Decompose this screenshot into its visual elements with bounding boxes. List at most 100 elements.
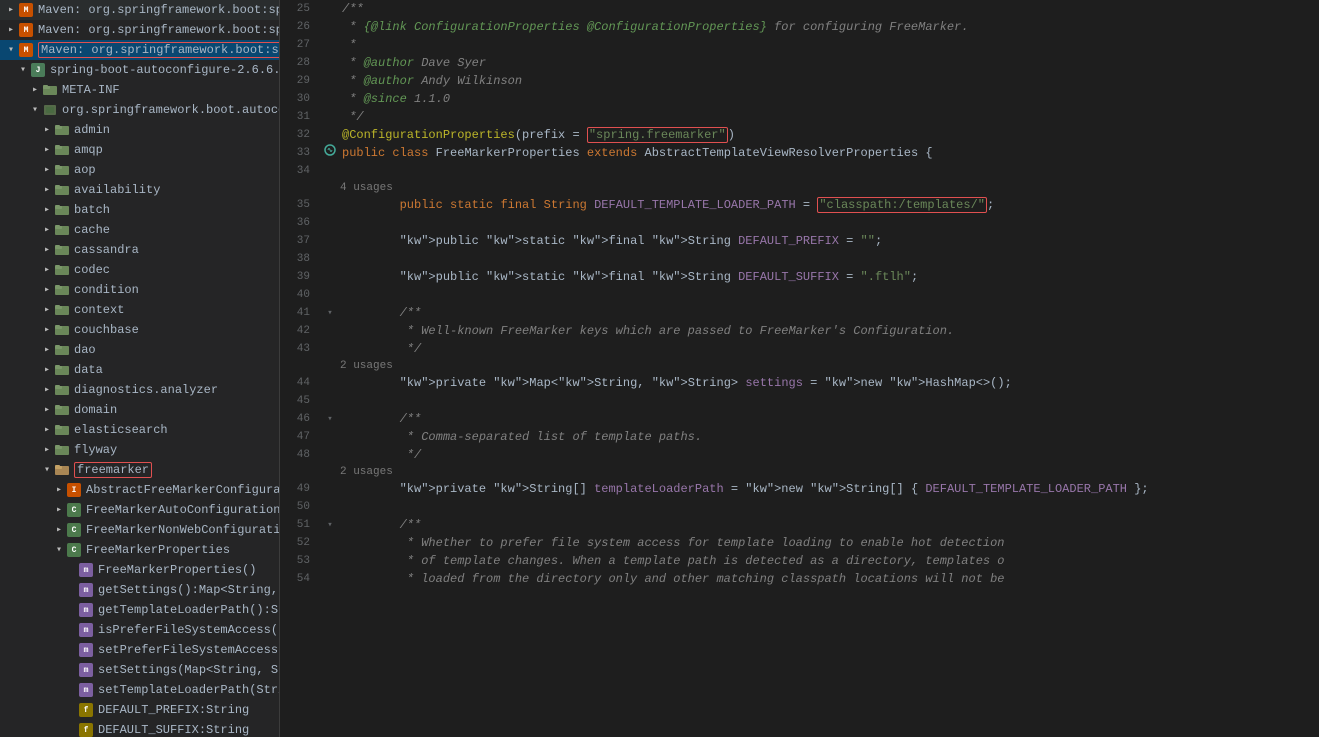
code-text: * @author Andy Wilkinson: [338, 72, 1319, 90]
tree-item-maven3[interactable]: MMaven: org.springframework.boot:spring-…: [0, 40, 279, 60]
code-line: 27 *: [280, 36, 1319, 54]
code-line: 33 public class FreeMarkerProperties exte…: [280, 144, 1319, 162]
code-text: public class FreeMarkerProperties extend…: [338, 144, 1319, 162]
code-content: 25/**26 * {@link ConfigurationProperties…: [280, 0, 1319, 737]
tree-icon-folder: [54, 222, 70, 238]
tree-icon-method: m: [78, 582, 94, 598]
tree-label: availability: [74, 183, 160, 197]
tree-item-fm-nonweb[interactable]: CFreeMarkerNonWebConfiguration: [0, 520, 279, 540]
file-tree[interactable]: MMaven: org.springframework.boot:spring-…: [0, 0, 280, 737]
tree-item-fm-suffix[interactable]: fDEFAULT_SUFFIX:String: [0, 720, 279, 737]
tree-arrow: [28, 104, 42, 116]
tree-item-dao[interactable]: dao: [0, 340, 279, 360]
tree-label: FreeMarkerAutoConfiguration: [86, 503, 280, 517]
tree-arrow: [40, 344, 54, 356]
tree-item-amqp[interactable]: amqp: [0, 140, 279, 160]
tree-item-fm-auto[interactable]: CFreeMarkerAutoConfiguration: [0, 500, 279, 520]
tree-label: Maven: org.springframework.boot:spring-b…: [38, 43, 280, 57]
tree-item-org-pkg[interactable]: org.springframework.boot.autoconfigure: [0, 100, 279, 120]
gutter-icon: ▾: [322, 410, 338, 428]
tree-item-condition[interactable]: condition: [0, 280, 279, 300]
tree-arrow: [16, 64, 30, 76]
tree-item-fm-setsettings[interactable]: m setSettings(Map<String, String>):void: [0, 660, 279, 680]
tree-label: setSettings(Map<String, String>):void: [98, 663, 280, 677]
code-text: * loaded from the directory only and oth…: [338, 570, 1319, 588]
line-number: 48: [280, 446, 322, 464]
line-number: 42: [280, 322, 322, 340]
tree-item-availability[interactable]: availability: [0, 180, 279, 200]
tree-item-jar1[interactable]: Jspring-boot-autoconfigure-2.6.6.jarlibr…: [0, 60, 279, 80]
code-line: 28 * @author Dave Syer: [280, 54, 1319, 72]
tree-item-freemarker[interactable]: freemarker: [0, 460, 279, 480]
tree-label: elasticsearch: [74, 423, 168, 437]
code-line: 42 * Well-known FreeMarker keys which ar…: [280, 322, 1319, 340]
tree-label: getTemplateLoaderPath():String[]: [98, 603, 280, 617]
tree-item-fm-setprefer[interactable]: msetPreferFileSystemAccess(boolean):void: [0, 640, 279, 660]
tree-item-meta-inf[interactable]: META-INF: [0, 80, 279, 100]
tree-item-diagnostics[interactable]: diagnostics.analyzer: [0, 380, 279, 400]
code-line: 36: [280, 214, 1319, 232]
tree-item-fm-props[interactable]: CFreeMarkerProperties: [0, 540, 279, 560]
line-number: 47: [280, 428, 322, 446]
line-number: 38: [280, 250, 322, 268]
code-line: 26 * {@link ConfigurationProperties @Con…: [280, 18, 1319, 36]
tree-item-abstract-fm[interactable]: IAbstractFreeMarkerConfiguration: [0, 480, 279, 500]
tree-label: data: [74, 363, 103, 377]
tree-icon-folder: [54, 362, 70, 378]
tree-item-aop[interactable]: aop: [0, 160, 279, 180]
tree-item-fm-prefix[interactable]: fDEFAULT_PREFIX:String: [0, 700, 279, 720]
tree-label: FreeMarkerProperties: [86, 543, 230, 557]
tree-label: domain: [74, 403, 117, 417]
code-text: @ConfigurationProperties(prefix = "sprin…: [338, 126, 1319, 144]
tree-arrow: [28, 84, 42, 96]
code-line: 40: [280, 286, 1319, 304]
tree-label: batch: [74, 203, 110, 217]
tree-item-domain[interactable]: domain: [0, 400, 279, 420]
tree-label: aop: [74, 163, 96, 177]
tree-label: DEFAULT_SUFFIX:String: [98, 723, 249, 737]
code-text: /**: [338, 304, 1319, 322]
code-text: "kw">private "kw">String[] templateLoade…: [338, 480, 1319, 498]
tree-label: Maven: org.springframework.boot:spring-b…: [38, 23, 280, 37]
gutter-icon: ▾: [322, 516, 338, 534]
tree-item-cassandra[interactable]: cassandra: [0, 240, 279, 260]
tree-icon-folder: [54, 142, 70, 158]
tree-item-fm-isprefer[interactable]: misPreferFileSystemAccess():boolean: [0, 620, 279, 640]
tree-label: admin: [74, 123, 110, 137]
tree-icon-interface: I: [66, 482, 82, 498]
tree-item-fm-settemplate[interactable]: msetTemplateLoaderPath(String...):void: [0, 680, 279, 700]
tree-item-codec[interactable]: codec: [0, 260, 279, 280]
tree-item-fm-getsettings[interactable]: mgetSettings():Map<String, String>: [0, 580, 279, 600]
code-line: 37 "kw">public "kw">static "kw">final "k…: [280, 232, 1319, 250]
tree-item-data[interactable]: data: [0, 360, 279, 380]
tree-item-cache[interactable]: cache: [0, 220, 279, 240]
line-number: 45: [280, 392, 322, 410]
tree-label: condition: [74, 283, 139, 297]
code-editor: 25/**26 * {@link ConfigurationProperties…: [280, 0, 1319, 737]
code-line: 32@ConfigurationProperties(prefix = "spr…: [280, 126, 1319, 144]
tree-item-batch[interactable]: batch: [0, 200, 279, 220]
tree-item-elasticsearch[interactable]: elasticsearch: [0, 420, 279, 440]
tree-item-fm-ctor[interactable]: mFreeMarkerProperties(): [0, 560, 279, 580]
tree-item-maven2[interactable]: MMaven: org.springframework.boot:spring-…: [0, 20, 279, 40]
tree-item-admin[interactable]: admin: [0, 120, 279, 140]
tree-arrow: [40, 224, 54, 236]
tree-arrow: [40, 324, 54, 336]
code-line: 48 */: [280, 446, 1319, 464]
tree-item-maven1[interactable]: MMaven: org.springframework.boot:spring-…: [0, 0, 279, 20]
tree-arrow: [52, 504, 66, 516]
tree-item-fm-gettemplate[interactable]: mgetTemplateLoaderPath():String[]: [0, 600, 279, 620]
tree-item-context[interactable]: context: [0, 300, 279, 320]
line-number: 26: [280, 18, 322, 36]
tree-item-flyway[interactable]: flyway: [0, 440, 279, 460]
code-text: */: [338, 340, 1319, 358]
tree-item-couchbase[interactable]: couchbase: [0, 320, 279, 340]
tree-arrow: [40, 304, 54, 316]
tree-label: codec: [74, 263, 110, 277]
tree-arrow: [40, 424, 54, 436]
tree-icon-folder: [54, 402, 70, 418]
tree-label: setTemplateLoaderPath(String...):void: [98, 683, 280, 697]
tree-icon-method: m: [78, 662, 94, 678]
line-number: 37: [280, 232, 322, 250]
line-number: 33: [280, 144, 322, 162]
